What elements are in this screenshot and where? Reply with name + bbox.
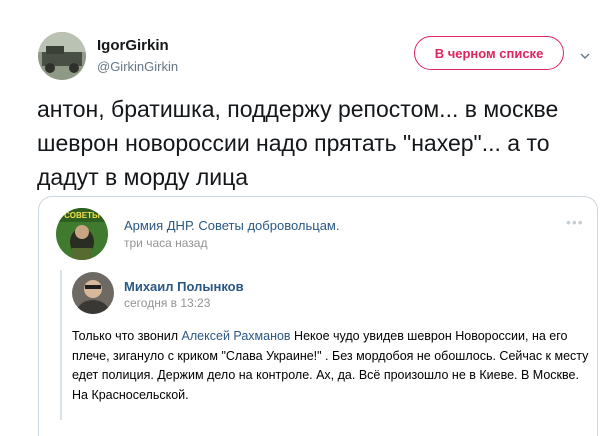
repost-divider bbox=[60, 270, 62, 420]
repost-body: Только что звонил Алексей Рахманов Некое… bbox=[72, 327, 592, 405]
group-name[interactable]: Армия ДНР. Советы добровольцам. bbox=[124, 218, 339, 233]
tweet-text: антон, братишка, поддержу репостом... в … bbox=[37, 96, 559, 190]
group-time: три часа назад bbox=[124, 236, 208, 250]
more-dots-icon[interactable]: ••• bbox=[566, 214, 584, 230]
group-avatar[interactable]: СОВЕТЫ bbox=[56, 208, 108, 260]
post-prefix: Только что звонил bbox=[72, 329, 179, 343]
profile-avatar[interactable] bbox=[38, 32, 86, 80]
repost-time: сегодня в 13:23 bbox=[124, 296, 211, 310]
group-avatar-text: СОВЕТЫ bbox=[64, 211, 100, 220]
blocked-button[interactable]: В черном списке bbox=[414, 36, 564, 70]
post-mention-link[interactable]: Алексей Рахманов bbox=[182, 329, 291, 343]
chevron-down-icon[interactable] bbox=[580, 48, 590, 59]
user-avatar[interactable] bbox=[72, 272, 114, 314]
repost-user-name[interactable]: Михаил Полынков bbox=[124, 279, 244, 294]
display-name[interactable]: IgorGirkin bbox=[97, 37, 169, 54]
user-handle[interactable]: @GirkinGirkin bbox=[97, 59, 178, 74]
